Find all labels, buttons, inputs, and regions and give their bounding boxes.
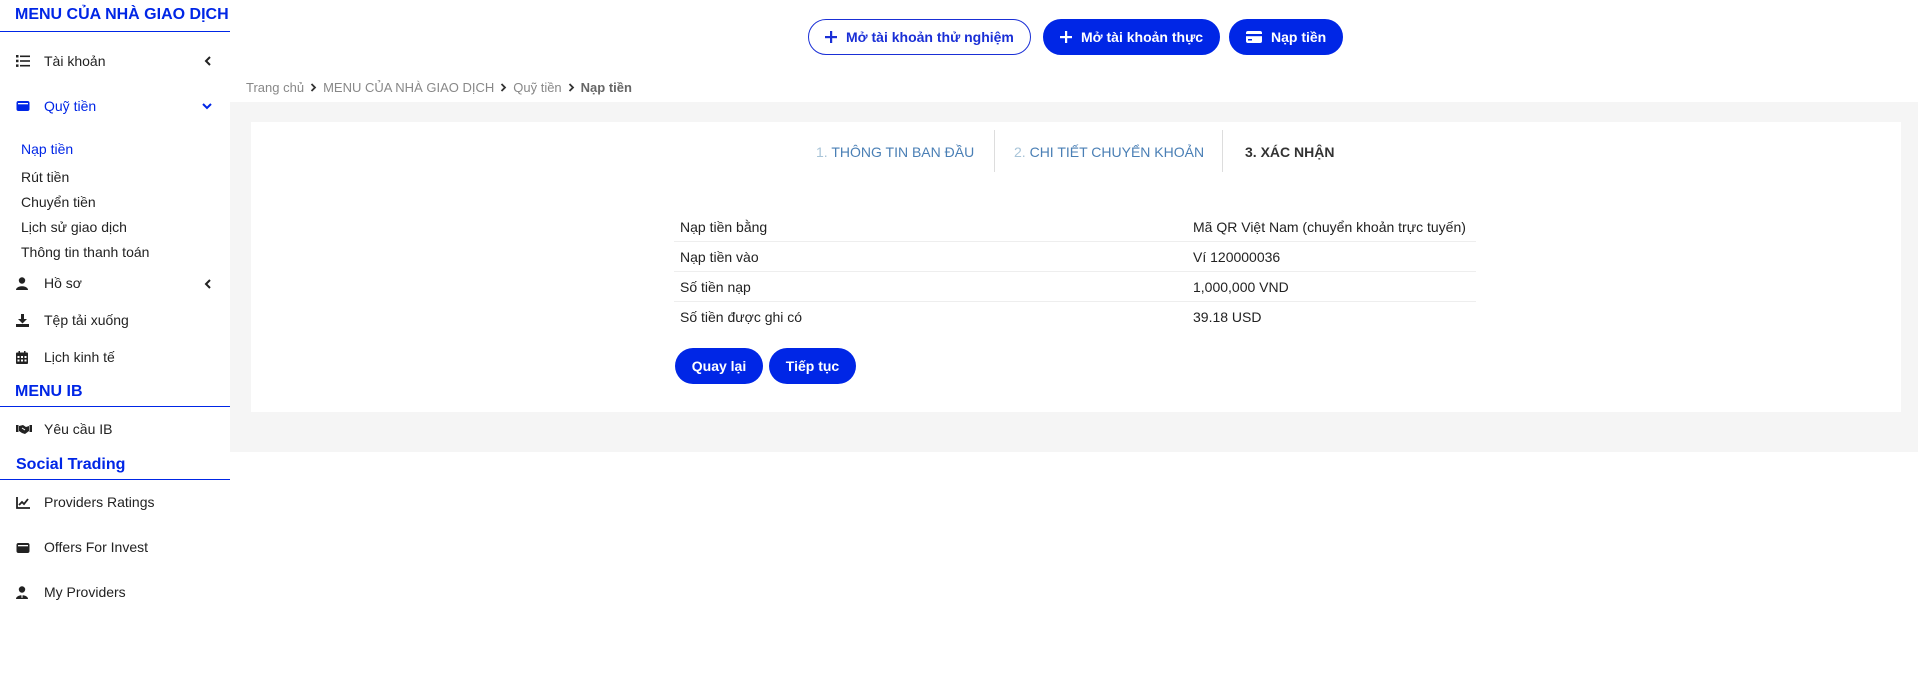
step-confirm: 3. XÁC NHẬN [1245, 144, 1335, 160]
open-real-account-button[interactable]: Mở tài khoản thực [1043, 19, 1220, 55]
table-row: Nạp tiền vào Ví 120000036 [674, 242, 1476, 272]
breadcrumb-funds[interactable]: Quỹ tiền [513, 80, 561, 95]
chevron-down-icon [202, 91, 212, 121]
sidebar-item-ib-request[interactable]: Yêu cầu IB [0, 407, 230, 452]
sidebar-sub-history[interactable]: Lịch sử giao dịch [0, 215, 230, 240]
sidebar-item-my-providers-label: My Providers [44, 584, 126, 600]
breadcrumb-home[interactable]: Trang chủ [246, 80, 304, 95]
handshake-icon [16, 407, 32, 452]
open-demo-account-button[interactable]: Mở tài khoản thử nghiệm [808, 19, 1031, 55]
chevron-right-icon [500, 82, 507, 92]
wallet-icon [16, 91, 30, 121]
list-icon [16, 46, 30, 76]
step-divider [1222, 130, 1223, 172]
plus-icon [1060, 31, 1072, 43]
sidebar-item-providers-ratings[interactable]: Providers Ratings [0, 480, 230, 525]
chevron-left-icon [204, 46, 212, 76]
sidebar-item-my-providers[interactable]: My Providers [0, 570, 230, 615]
chevron-left-icon [204, 265, 212, 302]
sidebar-item-account-label: Tài khoản [44, 53, 106, 69]
table-row: Số tiền được ghi có 39.18 USD [674, 302, 1476, 332]
chevron-right-icon [310, 82, 317, 92]
breadcrumb-current: Nạp tiền [580, 79, 632, 95]
summary-table: Nạp tiền bằng Mã QR Việt Nam (chuyển kho… [674, 212, 1476, 332]
sidebar-item-downloads-label: Tệp tải xuống [44, 312, 129, 328]
sidebar-item-providers-ratings-label: Providers Ratings [44, 494, 155, 510]
download-icon [16, 302, 29, 339]
chevron-right-icon [568, 82, 575, 92]
sidebar-sub-transfer[interactable]: Chuyển tiền [0, 190, 230, 215]
top-bar: Mở tài khoản thử nghiệm Mở tài khoản thự… [230, 0, 1918, 72]
steps-wizard: 1. THÔNG TIN BAN ĐẦU 2. CHI TIẾT CHUYỂN … [0, 130, 1918, 174]
summary-label: Số tiền nạp [680, 278, 751, 295]
credit-card-icon [1246, 31, 1262, 43]
continue-button[interactable]: Tiếp tục [769, 348, 856, 384]
sidebar-item-ib-request-label: Yêu cầu IB [44, 421, 113, 437]
sidebar: MENU CỦA NHÀ GIAO DỊCH Tài khoản Quỹ tiề… [0, 0, 230, 676]
user-tie-icon [16, 570, 28, 615]
summary-value: Ví 120000036 [1193, 248, 1281, 265]
user-icon [16, 265, 28, 302]
sidebar-item-profile[interactable]: Hồ sơ [0, 265, 230, 302]
open-real-account-label: Mở tài khoản thực [1081, 29, 1203, 45]
table-row: Nạp tiền bằng Mã QR Việt Nam (chuyển kho… [674, 212, 1476, 242]
sidebar-item-funds-label: Quỹ tiền [44, 98, 97, 114]
table-row: Số tiền nạp 1,000,000 VND [674, 272, 1476, 302]
breadcrumb: Trang chủ MENU CỦA NHÀ GIAO DỊCH Quỹ tiề… [246, 78, 632, 96]
ib-menu-title: MENU IB [0, 378, 230, 407]
sidebar-item-calendar-label: Lịch kinh tế [44, 349, 115, 365]
back-button[interactable]: Quay lại [675, 348, 763, 384]
deposit-button[interactable]: Nạp tiền [1229, 19, 1344, 55]
summary-label: Nạp tiền bằng [680, 218, 768, 235]
sidebar-item-calendar[interactable]: Lịch kinh tế [0, 339, 230, 376]
deposit-label: Nạp tiền [1271, 29, 1327, 45]
chart-line-icon [16, 480, 30, 525]
breadcrumb-trader-menu[interactable]: MENU CỦA NHÀ GIAO DỊCH [323, 80, 494, 95]
sidebar-item-offers-for-invest-label: Offers For Invest [44, 539, 148, 555]
summary-label: Số tiền được ghi có [680, 309, 803, 325]
sidebar-sub-payment-info[interactable]: Thông tin thanh toán [0, 240, 230, 265]
open-demo-account-label: Mở tài khoản thử nghiệm [846, 29, 1014, 45]
plus-icon [825, 31, 837, 43]
sidebar-item-profile-label: Hồ sơ [44, 275, 82, 291]
sidebar-item-funds[interactable]: Quỹ tiền [0, 91, 230, 121]
summary-value: 39.18 USD [1193, 309, 1262, 325]
social-trading-title: Social Trading [0, 452, 230, 480]
step-divider [994, 130, 995, 172]
calendar-icon [16, 339, 28, 376]
summary-label: Nạp tiền vào [680, 248, 759, 265]
summary-value: 1,000,000 VND [1193, 278, 1289, 295]
sidebar-item-offers-for-invest[interactable]: Offers For Invest [0, 525, 230, 570]
trader-menu-title: MENU CỦA NHÀ GIAO DỊCH [0, 0, 230, 32]
step-initial-info[interactable]: 1. THÔNG TIN BAN ĐẦU [816, 130, 974, 174]
sidebar-item-downloads[interactable]: Tệp tải xuống [0, 302, 230, 339]
step-transfer-details[interactable]: 2. CHI TIẾT CHUYỂN KHOẢN [1014, 130, 1204, 174]
summary-value: Mã QR Việt Nam (chuyển khoản trực tuyến) [1193, 218, 1466, 235]
sidebar-item-account[interactable]: Tài khoản [0, 46, 230, 76]
wallet-icon [16, 525, 30, 570]
